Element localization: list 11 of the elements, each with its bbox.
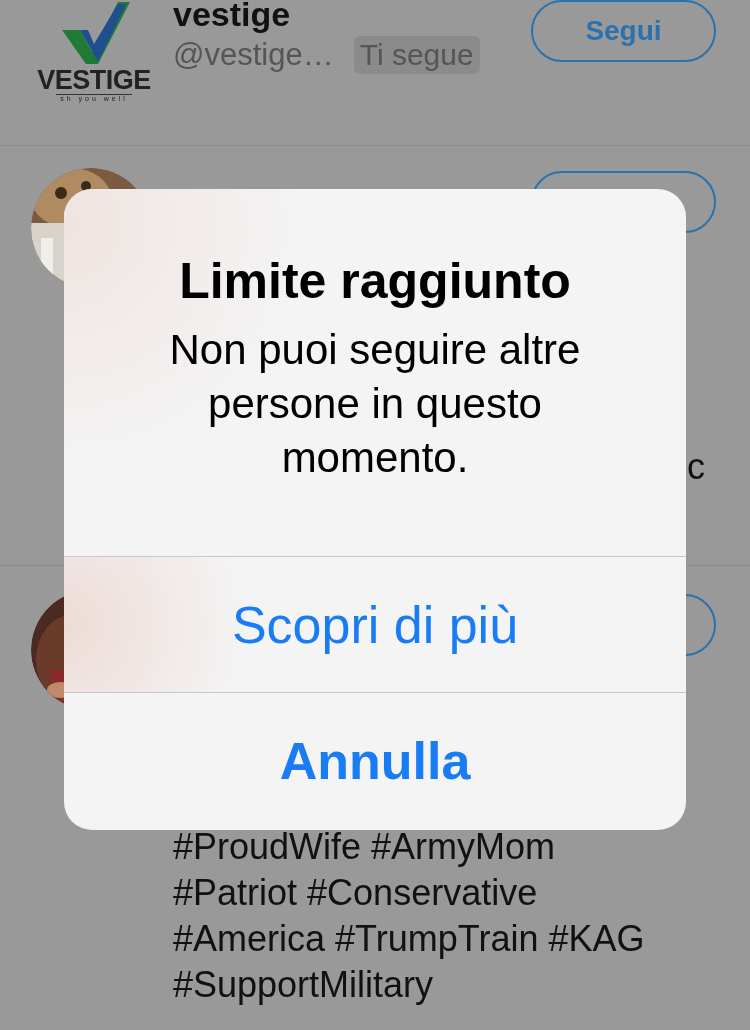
learn-more-button[interactable]: Scopri di più: [64, 557, 686, 693]
bio-text: #SupportMilitary: [173, 963, 434, 1007]
follows-you-badge: Ti segue: [353, 36, 480, 74]
user-handle: @vestige…: [173, 36, 334, 74]
dialog-message: Non puoi seguire altre persone in questo momento.: [168, 325, 582, 483]
dialog-title: Limite raggiunto: [179, 253, 571, 309]
user-name: vestige: [173, 0, 292, 34]
bio-text: #Patriot #Conservative: [173, 871, 538, 915]
bio-text: #America #TrumpTrain #KAG: [173, 917, 645, 961]
bio-text: c: [687, 445, 705, 489]
logo-wordmark: VESTIGE: [37, 66, 151, 94]
